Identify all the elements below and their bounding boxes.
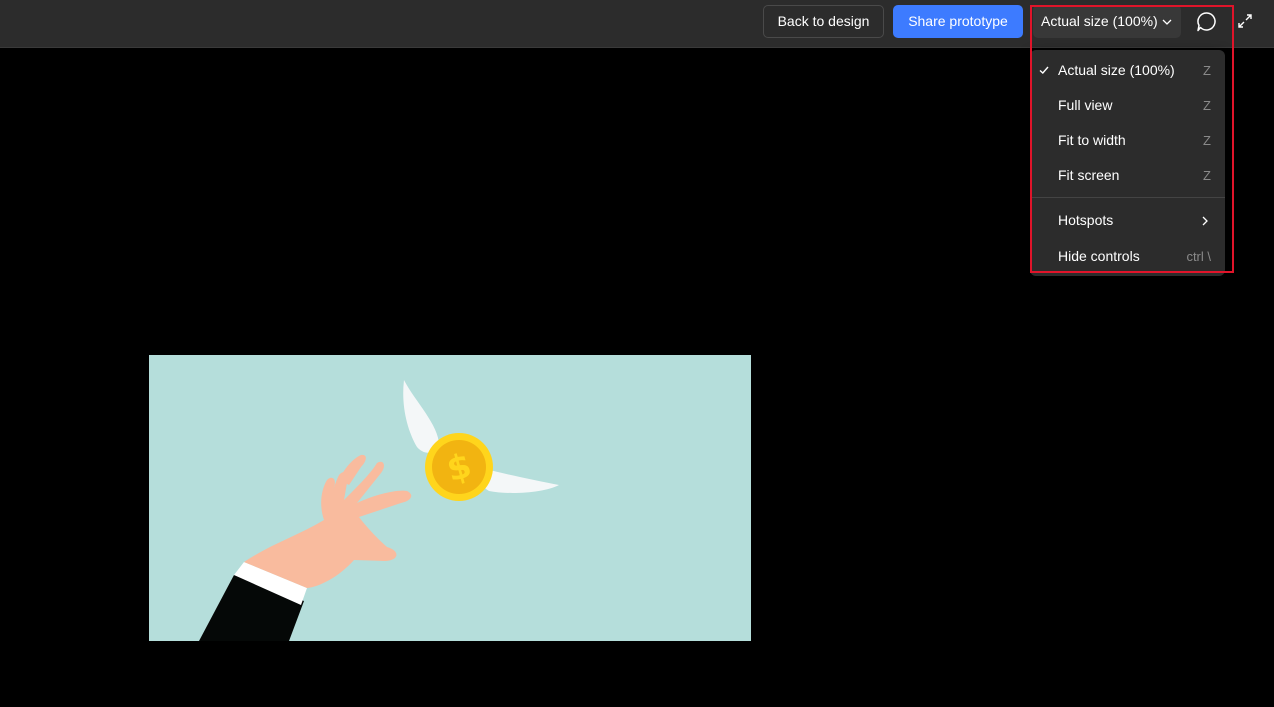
comment-icon[interactable] [1193,8,1221,36]
prototype-frame[interactable]: $ [149,355,751,641]
chevron-right-icon [1199,214,1211,228]
prototype-toolbar: Back to design Share prototype Actual si… [0,0,1274,48]
menu-item-shortcut: Z [1203,133,1211,148]
menu-item-hotspots[interactable]: Hotspots [1030,204,1225,237]
back-to-design-button[interactable]: Back to design [763,5,884,38]
menu-item-label: Hotspots [1058,212,1114,228]
chevron-down-icon [1159,5,1175,38]
menu-item-fit-screen[interactable]: Fit screen Z [1030,159,1225,192]
menu-item-shortcut: Z [1203,168,1211,183]
expand-icon[interactable] [1237,8,1265,36]
menu-item-label: Fit screen [1058,167,1120,183]
menu-item-shortcut: Z [1203,63,1211,78]
menu-item-label: Actual size (100%) [1058,62,1175,78]
menu-item-shortcut: Z [1203,98,1211,113]
menu-divider [1030,197,1225,198]
share-prototype-button[interactable]: Share prototype [893,5,1023,38]
zoom-dropdown[interactable]: Actual size (100%) [1033,5,1181,38]
menu-item-label: Full view [1058,97,1113,113]
zoom-menu: Actual size (100%) Z Full view Z Fit to … [1030,50,1225,276]
menu-item-label: Hide controls [1058,248,1140,264]
checkmark-icon [1038,63,1050,75]
menu-item-hide-controls[interactable]: Hide controls ctrl \ [1030,240,1225,273]
zoom-dropdown-label: Actual size (100%) [1041,13,1158,29]
menu-item-shortcut: ctrl \ [1186,249,1211,264]
menu-item-actual-size[interactable]: Actual size (100%) Z [1030,54,1225,87]
menu-item-fit-to-width[interactable]: Fit to width Z [1030,124,1225,157]
menu-item-label: Fit to width [1058,132,1126,148]
menu-item-full-view[interactable]: Full view Z [1030,89,1225,122]
winged-coin-illustration: $ [199,380,559,641]
